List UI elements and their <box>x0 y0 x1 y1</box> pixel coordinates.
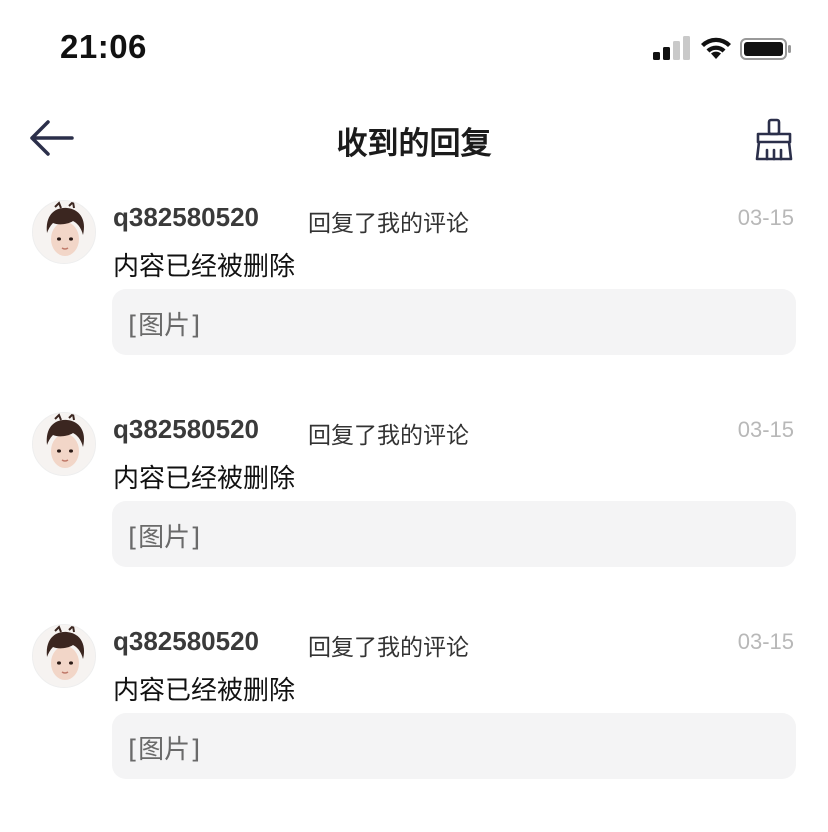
action-text: 回复了我的评论 <box>308 211 469 237</box>
user-name[interactable]: q382580520 <box>113 626 259 657</box>
user-name[interactable]: q382580520 <box>113 202 259 233</box>
avatar[interactable] <box>32 412 96 476</box>
avatar-image <box>33 201 95 263</box>
quoted-comment-text: [图片] <box>128 311 201 341</box>
reply-date: 03-15 <box>737 629 794 654</box>
list-item[interactable]: q382580520 回复了我的评论 03-15 内容已经被删除 [图片] <box>0 408 828 620</box>
nav-bar: 收到的回复 <box>0 100 828 180</box>
quoted-comment[interactable]: [图片] <box>112 713 796 779</box>
reply-date: 03-15 <box>737 417 794 442</box>
quoted-comment-text: [图片] <box>128 523 201 553</box>
reply-content: 内容已经被删除 <box>113 676 296 706</box>
action-text: 回复了我的评论 <box>308 423 469 449</box>
status-bar: 21:06 <box>0 0 828 96</box>
quoted-comment[interactable]: [图片] <box>112 289 796 355</box>
avatar-image <box>33 625 95 687</box>
avatar-image <box>33 413 95 475</box>
quoted-comment-text: [图片] <box>128 735 201 765</box>
page-title: 收到的回复 <box>336 126 492 162</box>
quoted-comment[interactable]: [图片] <box>112 501 796 567</box>
reply-date: 03-15 <box>737 205 794 230</box>
broom-icon <box>755 118 793 161</box>
reply-content: 内容已经被删除 <box>113 464 296 494</box>
list-item[interactable]: q382580520 回复了我的评论 03-15 内容已经被删除 [图片] <box>0 620 828 832</box>
reply-content: 内容已经被删除 <box>113 252 296 282</box>
signal-icon <box>653 36 690 60</box>
clear-button[interactable] <box>752 118 796 162</box>
user-name[interactable]: q382580520 <box>113 414 259 445</box>
action-text: 回复了我的评论 <box>308 635 469 661</box>
wifi-icon <box>701 37 731 59</box>
avatar[interactable] <box>32 624 96 688</box>
reply-list: q382580520 回复了我的评论 03-15 内容已经被删除 [图片] q3… <box>0 196 828 832</box>
battery-icon <box>740 38 791 60</box>
list-item[interactable]: q382580520 回复了我的评论 03-15 内容已经被删除 [图片] <box>0 196 828 408</box>
avatar[interactable] <box>32 200 96 264</box>
status-time: 21:06 <box>60 28 147 65</box>
